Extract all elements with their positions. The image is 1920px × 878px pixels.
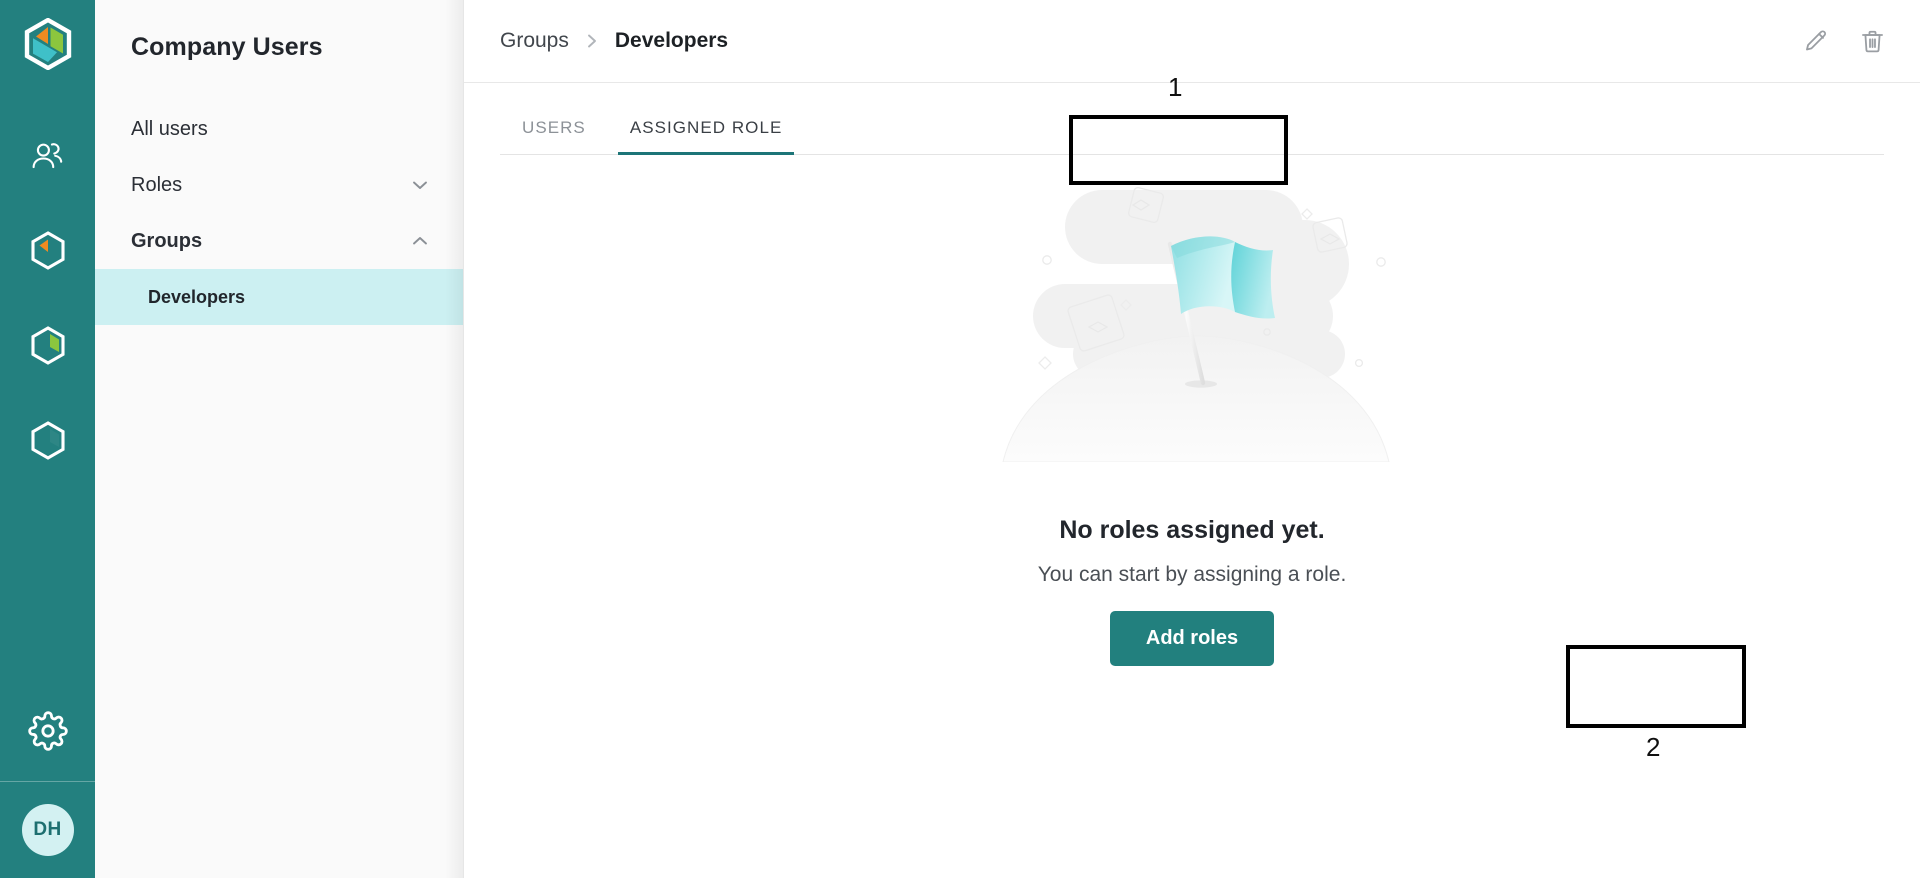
avatar-container: DH xyxy=(0,782,95,878)
top-bar: Groups Developers xyxy=(464,0,1920,83)
main-content: Groups Developers USERS ASSIGNED ROLE No… xyxy=(464,0,1920,878)
flag-on-hill-illustration xyxy=(985,172,1405,463)
page-title: Company Users xyxy=(131,33,323,61)
sidebar-item-label: Groups xyxy=(131,229,203,252)
tab-bar: Users Assigned Role xyxy=(500,83,1884,155)
sidebar-item-groups[interactable]: Groups xyxy=(95,213,463,269)
users-icon xyxy=(31,139,65,178)
annotation-number-2: 2 xyxy=(1646,732,1661,762)
cube-green-icon xyxy=(30,326,66,371)
secondary-sidebar: Company Users All users Roles Groups Dev… xyxy=(95,0,464,878)
sidebar-nav-list: All users Roles Groups Developers xyxy=(95,101,463,325)
icon-rail: DH xyxy=(0,0,95,878)
annotation-number-1: 1 xyxy=(1168,72,1183,102)
sidebar-item-label: All users xyxy=(131,117,208,140)
empty-state: No roles assigned yet. You can start by … xyxy=(464,172,1920,666)
empty-state-subtitle: You can start by assigning a role. xyxy=(1037,563,1347,586)
chevron-down-icon xyxy=(410,175,430,195)
rail-item-assets[interactable] xyxy=(0,301,95,396)
edit-pencil-icon[interactable] xyxy=(1802,28,1829,55)
tab-bar-wrapper: Users Assigned Role xyxy=(464,83,1920,155)
hexagon-logo-icon[interactable] xyxy=(24,17,72,75)
breadcrumb-item-groups[interactable]: Groups xyxy=(500,29,569,53)
rail-item-users[interactable] xyxy=(0,111,95,206)
gear-icon xyxy=(27,710,68,756)
add-roles-button[interactable]: Add roles xyxy=(1109,611,1275,666)
empty-state-title: No roles assigned yet. xyxy=(1059,516,1325,544)
breadcrumb-item-developers: Developers xyxy=(614,29,729,52)
sidebar-subitem-label: Developers xyxy=(148,286,246,307)
cube-white-icon xyxy=(30,421,66,466)
chevron-up-icon xyxy=(410,231,430,251)
cube-orange-icon xyxy=(30,231,66,276)
app-root: DH Company Users All users Roles Groups xyxy=(0,0,1920,878)
sidebar-item-all-users[interactable]: All users xyxy=(95,101,463,157)
chevron-right-icon xyxy=(584,32,600,50)
rail-item-products[interactable] xyxy=(0,206,95,301)
delete-trash-icon[interactable] xyxy=(1859,28,1886,55)
sidebar-item-developers[interactable]: Developers xyxy=(95,269,463,325)
sidebar-item-roles[interactable]: Roles xyxy=(95,157,463,213)
breadcrumb: Groups Developers xyxy=(500,29,1802,53)
tab-users[interactable]: Users xyxy=(500,118,608,154)
sidebar-item-label: Roles xyxy=(131,173,183,196)
avatar[interactable]: DH xyxy=(21,804,74,856)
top-actions xyxy=(1802,28,1886,55)
tab-assigned-role[interactable]: Assigned Role xyxy=(608,118,805,155)
rail-item-modules[interactable] xyxy=(0,396,95,491)
rail-item-settings[interactable] xyxy=(0,685,95,781)
